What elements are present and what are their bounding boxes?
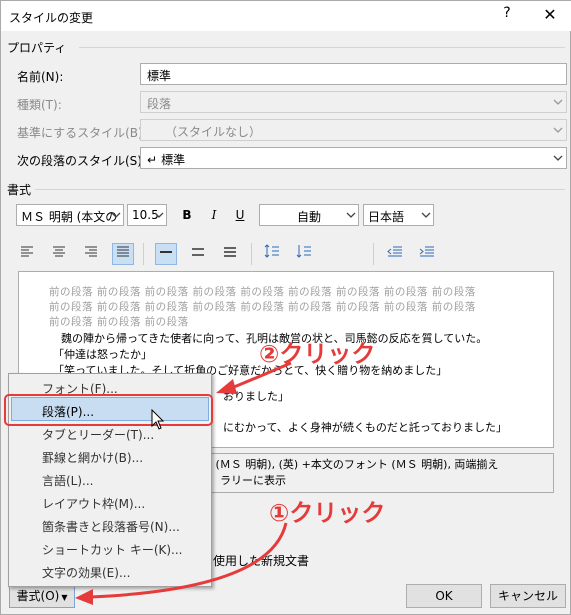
annotation-step2-label: ②クリック (259, 340, 376, 368)
annotation-step1-label: ①クリック (269, 499, 386, 527)
modify-style-dialog: スタイルの変更 ? ✕ プロパティ 名前(N): 標準 種類(T): 段落 基準… (0, 0, 571, 615)
